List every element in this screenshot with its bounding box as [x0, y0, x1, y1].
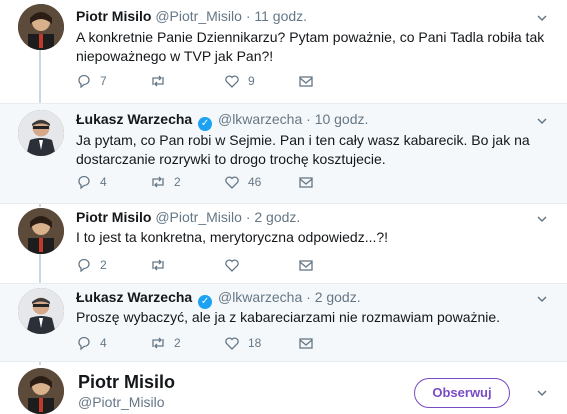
author-name[interactable]: Piotr Misilo	[76, 209, 151, 225]
reply-button[interactable]: 7	[76, 72, 107, 90]
heart-icon	[225, 259, 239, 272]
separator-dot: ·	[306, 111, 311, 127]
tweet-text-line: A konkretnie Panie Dziennikarzu? Pytam p…	[76, 29, 545, 45]
like-button[interactable]	[224, 256, 248, 274]
like-button[interactable]: 46	[224, 173, 261, 191]
envelope-icon	[299, 76, 313, 87]
tweet-text: Proszę wybaczyć, ale ja z kabareciarzami…	[76, 308, 546, 327]
direct-message-button[interactable]	[298, 173, 322, 191]
avatar[interactable]	[18, 288, 64, 334]
envelope-icon	[299, 260, 313, 271]
envelope-icon	[299, 177, 313, 188]
reply-button[interactable]: 2	[76, 256, 107, 274]
separator-dot: ·	[306, 289, 311, 305]
retweet-count: 2	[174, 175, 181, 189]
author-handle[interactable]: @Piotr_Misilo	[155, 8, 242, 24]
reply-count: 2	[100, 258, 107, 272]
tweet-text-line: dostarczanie rozrywki to drogo trochę ko…	[76, 151, 386, 167]
reply-icon	[78, 258, 90, 273]
chevron-down-icon[interactable]	[537, 294, 547, 304]
reply-count: 4	[100, 336, 107, 350]
timestamp[interactable]: 10 godz.	[315, 111, 369, 127]
tweet-text: Ja pytam, co Pan robi w Sejmie. Pan i te…	[76, 131, 546, 169]
reply-count: 4	[100, 175, 107, 189]
like-count: 9	[248, 74, 255, 88]
tweet-header: Łukasz Warzecha ✓ @lkwarzecha · 2 godz.	[76, 289, 361, 309]
avatar[interactable]	[18, 208, 64, 254]
tweet-actions: 4 2 18	[76, 334, 376, 352]
direct-message-button[interactable]	[298, 334, 322, 352]
separator-dot: ·	[245, 209, 251, 225]
author-name[interactable]: Łukasz Warzecha	[76, 289, 192, 305]
author-handle[interactable]: @lkwarzecha	[218, 111, 302, 127]
reply-button[interactable]: 4	[76, 334, 107, 352]
like-button[interactable]: 9	[224, 72, 255, 90]
chevron-down-icon[interactable]	[537, 388, 547, 398]
tweet-actions: 2	[76, 256, 376, 274]
avatar[interactable]	[18, 110, 64, 156]
retweet-button[interactable]	[150, 72, 174, 90]
tweet[interactable]: Łukasz Warzecha ✓ @lkwarzecha · 10 godz.…	[0, 104, 567, 204]
tweet-text: I to jest ta konkretna, merytoryczna odp…	[76, 228, 546, 247]
heart-icon	[225, 75, 239, 88]
reply-icon	[78, 336, 90, 351]
tweet-text-line: niepoważnego w TVP jak Pan?!	[76, 48, 274, 64]
timestamp[interactable]: 2 godz.	[254, 209, 300, 225]
heart-icon	[225, 337, 239, 350]
retweet-button[interactable]: 2	[150, 334, 181, 352]
reply-count: 7	[100, 74, 107, 88]
tweet-text-line: Ja pytam, co Pan robi w Sejmie. Pan i te…	[76, 132, 530, 148]
tweet-header: Piotr Misilo @Piotr_Misilo · 2 godz.	[76, 209, 300, 225]
author-name[interactable]: Łukasz Warzecha	[76, 111, 192, 127]
tweet-text-line: I to jest ta konkretna, merytoryczna odp…	[76, 229, 389, 245]
reply-icon	[78, 175, 90, 190]
tweet[interactable]: Piotr Misilo @Piotr_Misilo · 11 godz. A …	[0, 0, 567, 104]
reply-button[interactable]: 4	[76, 173, 107, 191]
author-handle[interactable]: @lkwarzecha	[218, 289, 302, 305]
chevron-down-icon[interactable]	[537, 13, 547, 23]
tweet-actions: 4 2 46	[76, 173, 376, 191]
envelope-icon	[299, 338, 313, 349]
heart-icon	[225, 176, 239, 189]
chevron-down-icon[interactable]	[537, 214, 547, 224]
retweet-icon	[152, 259, 164, 271]
author-handle[interactable]: @Piotr_Misilo	[155, 209, 242, 225]
like-count: 18	[248, 336, 262, 350]
verified-badge-icon: ✓	[198, 295, 213, 309]
tweet-header: Piotr Misilo @Piotr_Misilo · 11 godz.	[76, 8, 307, 24]
timestamp[interactable]: 2 godz.	[315, 289, 361, 305]
author-name[interactable]: Piotr Misilo	[76, 8, 151, 24]
retweet-button[interactable]: 2	[150, 173, 181, 191]
follow-button[interactable]: Obserwuj	[414, 378, 510, 408]
tweet-header: Łukasz Warzecha ✓ @lkwarzecha · 10 godz.	[76, 111, 368, 131]
retweet-icon	[152, 337, 164, 349]
timestamp[interactable]: 11 godz.	[254, 8, 307, 24]
direct-message-button[interactable]	[298, 72, 322, 90]
tweet[interactable]: Łukasz Warzecha ✓ @lkwarzecha · 2 godz. …	[0, 284, 567, 362]
tweet-text: A konkretnie Panie Dziennikarzu? Pytam p…	[76, 28, 546, 66]
avatar[interactable]	[18, 4, 64, 50]
retweet-count: 2	[174, 336, 181, 350]
retweet-button[interactable]	[150, 256, 174, 274]
separator-dot: ·	[245, 8, 251, 24]
direct-message-button[interactable]	[298, 256, 322, 274]
chevron-down-icon[interactable]	[537, 116, 547, 126]
tweet-actions: 7 9	[76, 72, 376, 90]
retweet-icon	[152, 75, 164, 87]
retweet-icon	[152, 176, 164, 188]
like-count: 46	[248, 175, 262, 189]
tweet[interactable]: Piotr Misilo @Piotr_Misilo · 2 godz. I t…	[0, 204, 567, 284]
profile-handle[interactable]: @Piotr_Misilo	[78, 394, 165, 410]
profile-avatar[interactable]	[18, 368, 64, 414]
tweet-text-line: Proszę wybaczyć, ale ja z kabareciarzami…	[76, 309, 501, 325]
like-button[interactable]: 18	[224, 334, 261, 352]
reply-icon	[78, 74, 90, 89]
profile-name[interactable]: Piotr Misilo	[78, 372, 175, 393]
verified-badge-icon: ✓	[198, 117, 213, 131]
